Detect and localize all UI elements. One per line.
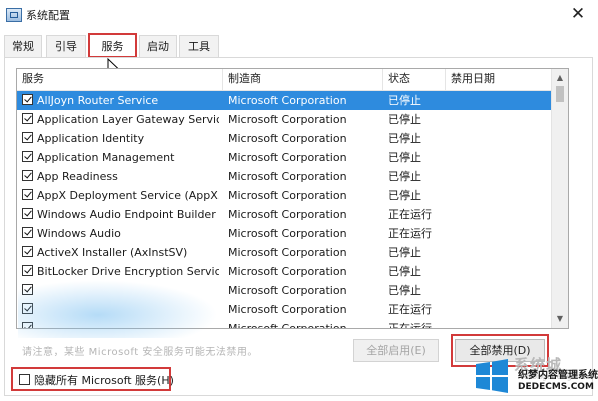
service-name: Application Management xyxy=(37,151,175,164)
tab-general[interactable]: 常规 xyxy=(4,35,42,57)
table-row[interactable]: BitLocker Drive Encryption Service Micro… xyxy=(17,262,552,281)
table-row[interactable]: AllJoyn Router Service Microsoft Corpora… xyxy=(17,91,552,110)
row-checkbox[interactable] xyxy=(22,189,33,200)
service-status: 已停止 xyxy=(388,170,421,183)
row-checkbox[interactable] xyxy=(22,132,33,143)
close-button[interactable]: ✕ xyxy=(558,0,598,30)
service-manufacturer: Microsoft Corporation xyxy=(228,322,347,329)
service-manufacturer: Microsoft Corporation xyxy=(228,208,347,221)
table-row[interactable]: App Readiness Microsoft Corporation 已停止 xyxy=(17,167,552,186)
table-row[interactable]: Application Layer Gateway Service Micros… xyxy=(17,110,552,129)
table-row[interactable]: Application Identity Microsoft Corporati… xyxy=(17,129,552,148)
service-status: 已停止 xyxy=(388,246,421,259)
column-header-manufacturer[interactable]: 制造商 xyxy=(223,69,383,90)
vertical-scrollbar[interactable]: ▲ ▼ xyxy=(551,69,568,328)
watermark-logo-icon xyxy=(476,359,508,393)
service-status: 已停止 xyxy=(388,189,421,202)
service-manufacturer: Microsoft Corporation xyxy=(228,227,347,240)
row-checkbox[interactable] xyxy=(22,113,33,124)
service-status: 正在运行 xyxy=(388,303,432,316)
service-manufacturer: Microsoft Corporation xyxy=(228,284,347,297)
service-name: AppX Deployment Service (AppX... xyxy=(37,189,219,202)
blurred-overlay xyxy=(18,280,218,338)
service-status: 已停止 xyxy=(388,113,421,126)
tab-services[interactable]: 服务 xyxy=(88,33,137,58)
table-row[interactable]: Windows Audio Endpoint Builder Microsoft… xyxy=(17,205,552,224)
scrollbar-thumb[interactable] xyxy=(556,86,564,102)
column-header-status[interactable]: 状态 xyxy=(383,69,446,90)
service-status: 已停止 xyxy=(388,265,421,278)
service-status: 正在运行 xyxy=(388,208,432,221)
service-status: 已停止 xyxy=(388,94,421,107)
service-status: 正在运行 xyxy=(388,227,432,240)
service-manufacturer: Microsoft Corporation xyxy=(228,265,347,278)
service-manufacturer: Microsoft Corporation xyxy=(228,246,347,259)
tab-startup[interactable]: 启动 xyxy=(139,35,177,57)
title-bar: 系统配置 ✕ xyxy=(0,0,598,30)
service-manufacturer: Microsoft Corporation xyxy=(228,303,347,316)
watermark-cms-url: DEDECMS.COM xyxy=(518,382,594,392)
service-status: 正在运行 xyxy=(388,322,432,329)
row-checkbox[interactable] xyxy=(22,94,33,105)
hide-ms-services-label: 隐藏所有 Microsoft 服务(H) xyxy=(34,374,174,387)
hide-ms-services-option[interactable]: 隐藏所有 Microsoft 服务(H) xyxy=(11,367,174,391)
service-status: 已停止 xyxy=(388,284,421,297)
row-checkbox[interactable] xyxy=(22,208,33,219)
scroll-down-icon[interactable]: ▼ xyxy=(552,311,568,327)
service-name: Application Layer Gateway Service xyxy=(37,113,219,126)
table-row[interactable]: AppX Deployment Service (AppX... Microso… xyxy=(17,186,552,205)
service-manufacturer: Microsoft Corporation xyxy=(228,113,347,126)
watermark-cms-name: 织梦内容管理系统 xyxy=(518,370,598,381)
service-name: Windows Audio Endpoint Builder xyxy=(37,208,216,221)
column-header-disabled-date[interactable]: 禁用日期 xyxy=(446,69,552,90)
table-row[interactable]: Application Management Microsoft Corpora… xyxy=(17,148,552,167)
service-manufacturer: Microsoft Corporation xyxy=(228,151,347,164)
hide-ms-services-checkbox[interactable] xyxy=(19,374,30,385)
service-name: AllJoyn Router Service xyxy=(37,94,159,107)
watermark: 系统城 xitongcheng.com 织梦内容管理系统 DEDECMS.COM xyxy=(470,352,598,401)
service-manufacturer: Microsoft Corporation xyxy=(228,94,347,107)
service-manufacturer: Microsoft Corporation xyxy=(228,132,347,145)
column-header-service[interactable]: 服务 xyxy=(17,69,223,90)
service-name: BitLocker Drive Encryption Service xyxy=(37,265,219,278)
service-status: 已停止 xyxy=(388,151,421,164)
row-checkbox[interactable] xyxy=(22,151,33,162)
enable-all-button[interactable]: 全部启用(E) xyxy=(353,339,439,362)
service-manufacturer: Microsoft Corporation xyxy=(228,170,347,183)
row-checkbox[interactable] xyxy=(22,265,33,276)
service-disabled-date xyxy=(451,91,551,110)
service-name: ActiveX Installer (AxInstSV) xyxy=(37,246,188,259)
service-manufacturer: Microsoft Corporation xyxy=(228,189,347,202)
tab-tools[interactable]: 工具 xyxy=(179,35,219,57)
row-checkbox[interactable] xyxy=(22,227,33,238)
security-note: 请注意，某些 Microsoft 安全服务可能无法禁用。 xyxy=(22,347,258,358)
msconfig-app-icon xyxy=(6,8,22,22)
service-name: Application Identity xyxy=(37,132,145,145)
tab-boot[interactable]: 引导 xyxy=(46,35,86,57)
list-header: 服务 制造商 状态 禁用日期 xyxy=(17,69,552,91)
scroll-up-icon[interactable]: ▲ xyxy=(552,70,568,86)
table-row[interactable]: ActiveX Installer (AxInstSV) Microsoft C… xyxy=(17,243,552,262)
table-row[interactable]: Windows Audio Microsoft Corporation 正在运行 xyxy=(17,224,552,243)
service-name: Windows Audio xyxy=(37,227,121,240)
service-status: 已停止 xyxy=(388,132,421,145)
window-title: 系统配置 xyxy=(26,9,70,22)
row-checkbox[interactable] xyxy=(22,246,33,257)
row-checkbox[interactable] xyxy=(22,170,33,181)
service-name: App Readiness xyxy=(37,170,118,183)
